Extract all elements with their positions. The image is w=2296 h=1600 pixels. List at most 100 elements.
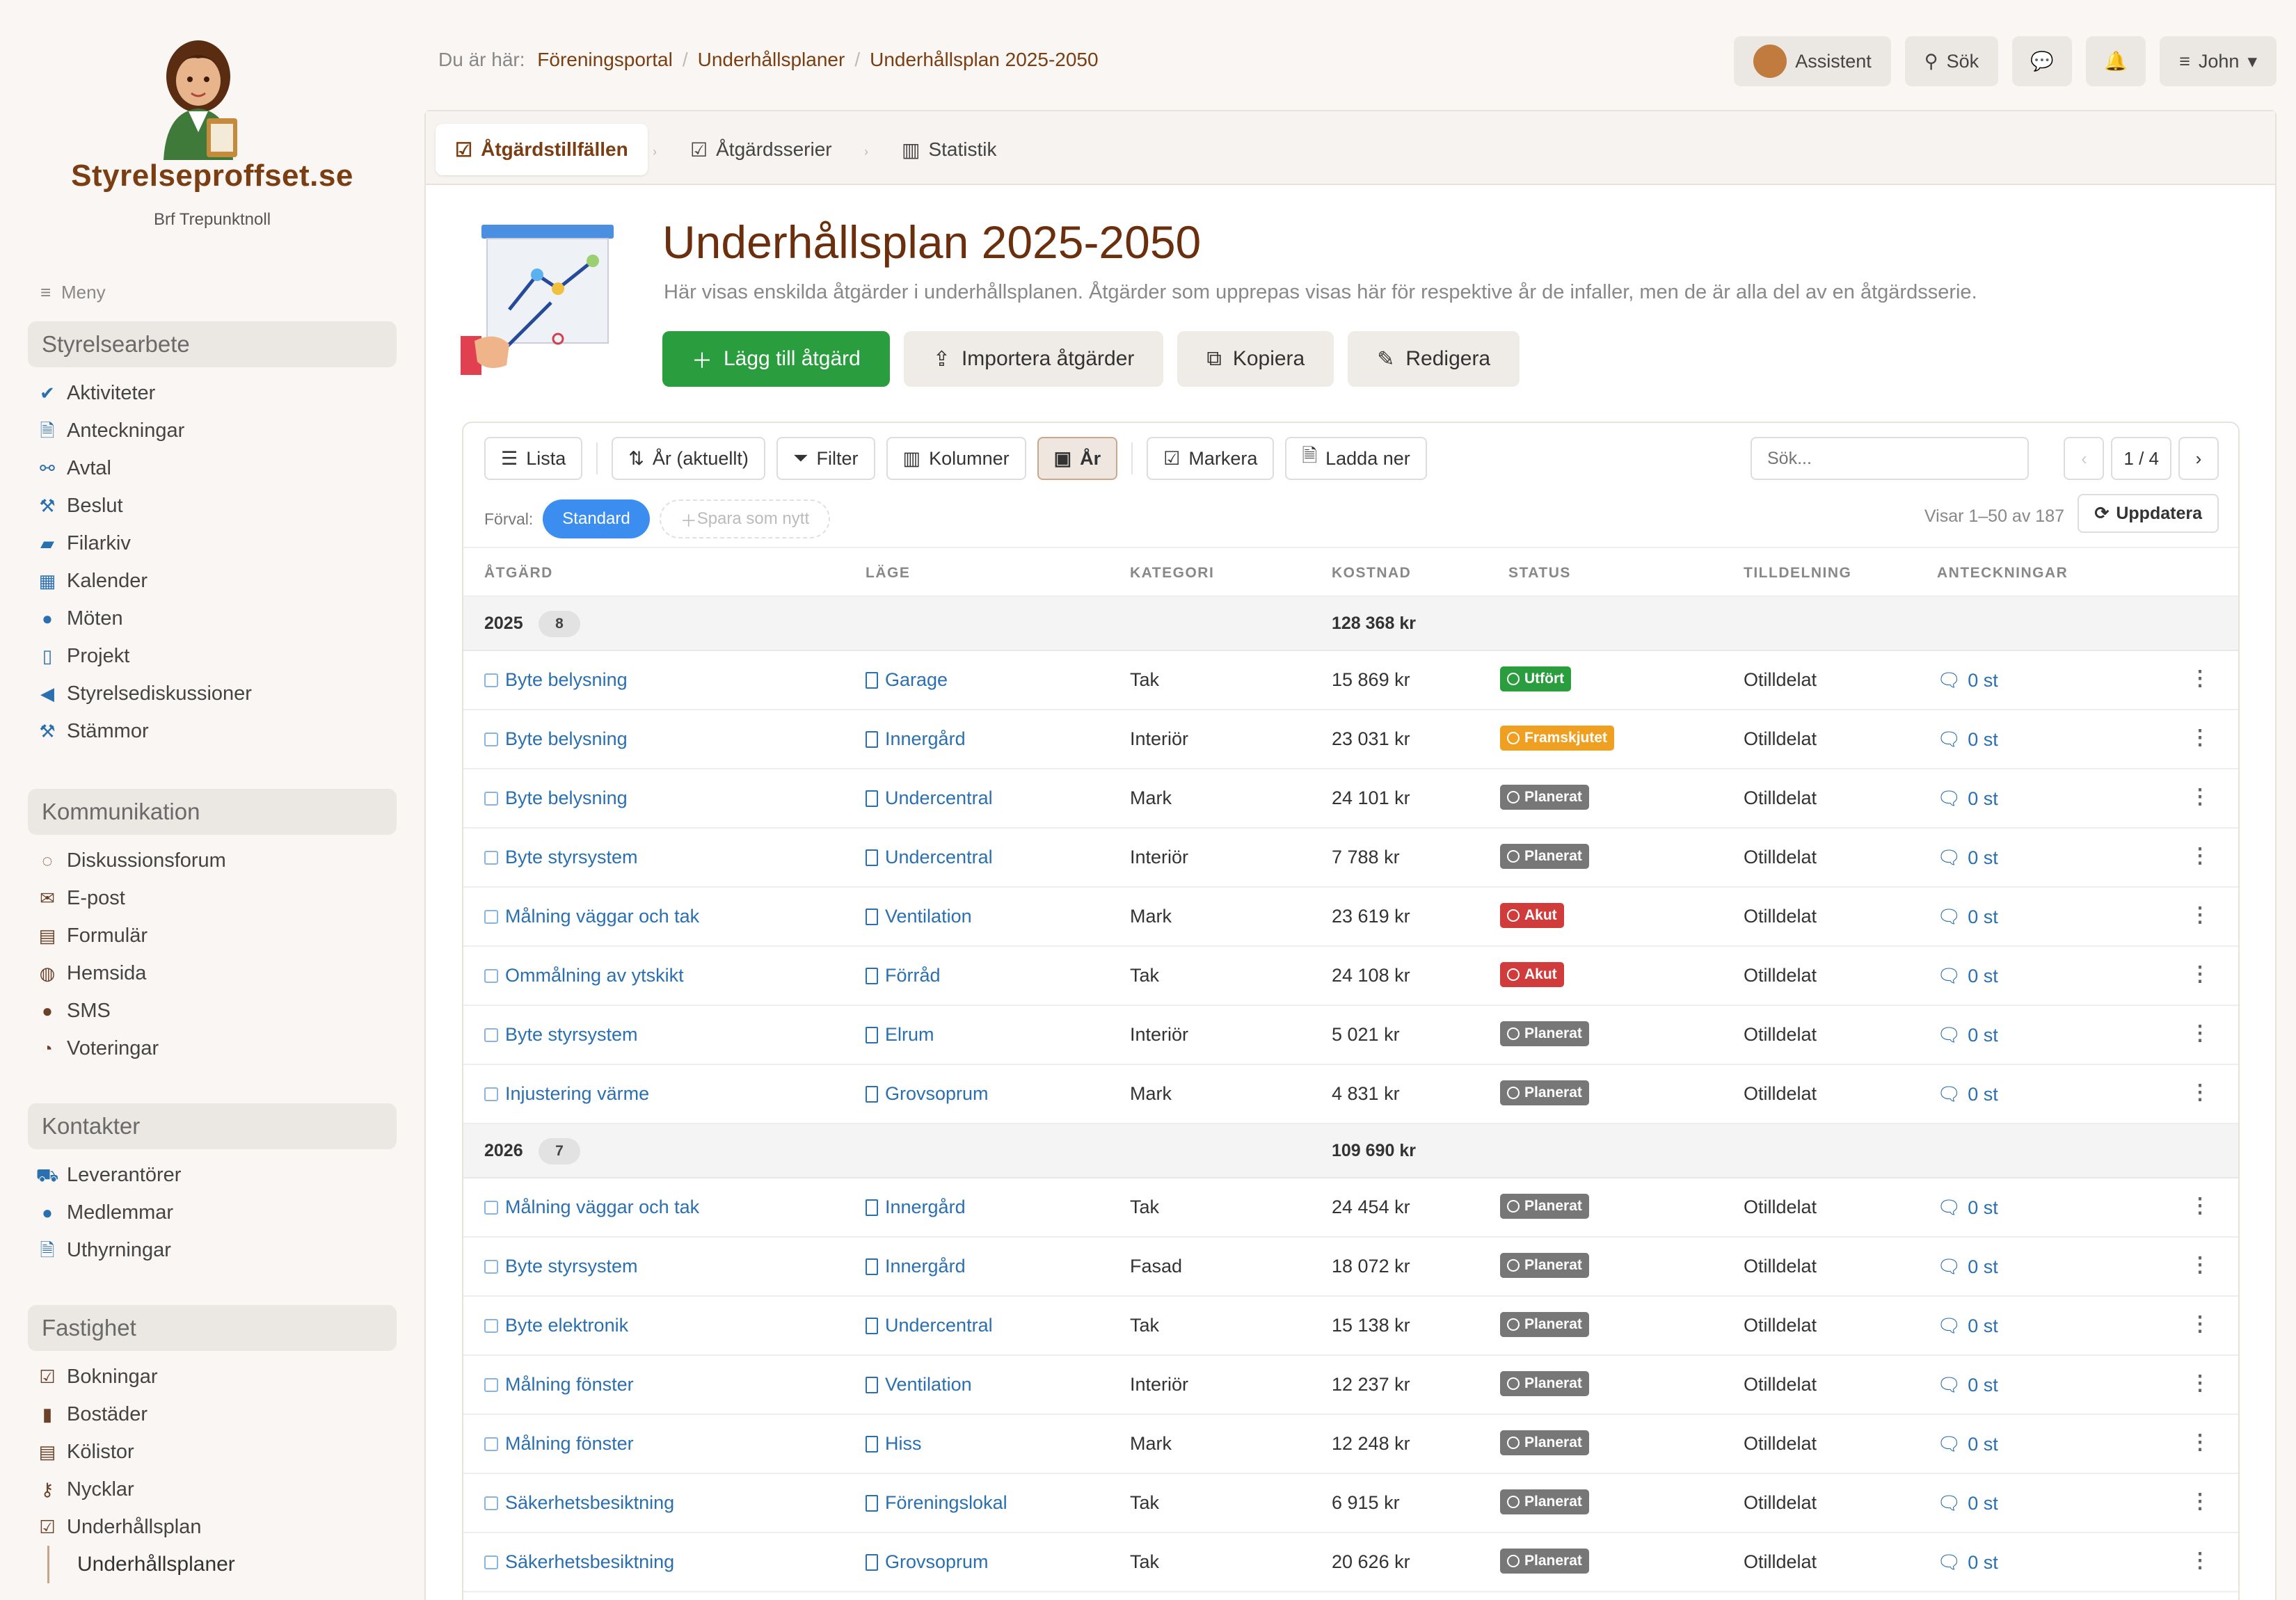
action-link[interactable]: Målning väggar och tak xyxy=(484,906,699,927)
download-button[interactable]: 🗎 Ladda ner xyxy=(1285,437,1427,480)
location-link[interactable]: Ventilation xyxy=(866,906,972,927)
row-menu-icon[interactable]: ⋮ xyxy=(2190,903,2210,927)
status-badge[interactable]: Planerat xyxy=(1500,844,1589,869)
assignment-cell[interactable]: Otilldelat xyxy=(1744,1083,1817,1105)
status-badge[interactable]: Planerat xyxy=(1500,1549,1589,1574)
table-row[interactable]: Säkerhetsbesiktning Grovsoprum Tak 20 626 k… xyxy=(463,1533,2238,1592)
status-badge[interactable]: Framskjutet xyxy=(1500,726,1615,751)
row-menu-icon[interactable]: ⋮ xyxy=(2190,1430,2210,1455)
table-row[interactable]: Byte belysning Undercentral Mark 24 101 kr P… xyxy=(463,769,2238,829)
assignment-cell[interactable]: Otilldelat xyxy=(1744,787,1817,809)
location-link[interactable]: Undercentral xyxy=(866,1315,993,1336)
action-link[interactable]: Byte styrsystem xyxy=(484,1024,638,1046)
breadcrumb-item[interactable]: Underhållsplan 2025-2050 xyxy=(870,49,1098,70)
tab-atgardsserier[interactable]: ☑ Åtgärdsserier xyxy=(671,124,852,175)
assignment-cell[interactable]: Otilldelat xyxy=(1744,965,1817,986)
sidebar-item-sms[interactable]: ● SMS xyxy=(28,992,397,1030)
assistant-button[interactable]: Assistent xyxy=(1734,36,1891,86)
row-menu-icon[interactable]: ⋮ xyxy=(2190,1549,2210,1573)
action-link[interactable]: Byte belysning xyxy=(484,787,628,809)
sidebar-item-diskussionsforum[interactable]: ◌ Diskussionsforum xyxy=(28,842,397,879)
table-row[interactable]: Målning fönster Hiss Mark 12 248 kr Planerat… xyxy=(463,1415,2238,1474)
notes-link[interactable]: 🗨 0 st xyxy=(1937,1374,1998,1396)
sidebar-item-avtal[interactable]: ⚯ Avtal xyxy=(28,449,397,487)
chat-button[interactable]: 💬 xyxy=(2012,36,2073,86)
assignment-cell[interactable]: Otilldelat xyxy=(1744,906,1817,927)
column-header[interactable]: TILLDELNING xyxy=(1744,565,1851,582)
sidebar-item-aktiviteter[interactable]: ✔ Aktiviteter xyxy=(28,374,397,412)
sort-year-button[interactable]: ⇅ År (aktuellt) xyxy=(612,437,765,480)
row-menu-icon[interactable]: ⋮ xyxy=(2190,1489,2210,1514)
group-row[interactable]: 2026 7 109 690 kr xyxy=(463,1124,2238,1178)
row-menu-icon[interactable]: ⋮ xyxy=(2190,666,2210,691)
table-row[interactable]: Byte styrsystem Undercentral Interiör 7 788… xyxy=(463,829,2238,888)
sidebar-item-hemsida[interactable]: ◍ Hemsida xyxy=(28,954,397,992)
sidebar-item-projekt[interactable]: ▯ Projekt xyxy=(28,637,397,675)
sidebar-item-beslut[interactable]: ⚒ Beslut xyxy=(28,487,397,525)
notes-link[interactable]: 🗨 0 st xyxy=(1937,1433,1998,1455)
table-row[interactable]: Injustering värme Grovsoprum Mark 4 831 kr P… xyxy=(463,1065,2238,1124)
sidebar-item-voteringar[interactable]: ◔ Voteringar xyxy=(28,1030,397,1067)
table-row[interactable]: Byte belysning Garage Tak 15 869 kr Utfört Ot… xyxy=(463,651,2238,710)
status-badge[interactable]: Akut xyxy=(1500,903,1564,928)
status-badge[interactable]: Planerat xyxy=(1500,1080,1589,1105)
action-link[interactable]: Ommålning av ytskikt xyxy=(484,965,684,986)
notes-link[interactable]: 🗨 0 st xyxy=(1937,1492,1998,1514)
action-link[interactable]: Byte belysning xyxy=(484,728,628,750)
assignment-cell[interactable]: Otilldelat xyxy=(1744,1374,1817,1395)
sidebar-item-epost[interactable]: ✉ E-post xyxy=(28,879,397,917)
row-menu-icon[interactable]: ⋮ xyxy=(2190,1080,2210,1105)
filter-button[interactable]: ⏷ Filter xyxy=(776,437,875,480)
sidebar-item-styrelsediskussioner[interactable]: ◀ Styrelsediskussioner xyxy=(28,675,397,712)
notes-link[interactable]: 🗨 0 st xyxy=(1937,1551,1998,1574)
assignment-cell[interactable]: Otilldelat xyxy=(1744,728,1817,750)
page-indicator[interactable]: 1 / 4 xyxy=(2111,437,2171,480)
column-header[interactable]: STATUS xyxy=(1508,565,1571,582)
status-badge[interactable]: Akut xyxy=(1500,962,1564,987)
sidebar-item-moten[interactable]: ● Möten xyxy=(28,600,397,637)
table-search-input[interactable] xyxy=(1751,437,2029,480)
action-link[interactable]: Säkerhetsbesiktning xyxy=(484,1551,674,1573)
status-badge[interactable]: Planerat xyxy=(1500,1430,1589,1455)
location-link[interactable]: Innergård xyxy=(866,1256,966,1277)
assignment-cell[interactable]: Otilldelat xyxy=(1744,1256,1817,1277)
copy-button[interactable]: ⧉ Kopiera xyxy=(1177,331,1334,387)
notes-link[interactable]: 🗨 0 st xyxy=(1937,669,1998,691)
notes-link[interactable]: 🗨 0 st xyxy=(1937,1024,1998,1046)
assignment-cell[interactable]: Otilldelat xyxy=(1744,847,1817,868)
sidebar-item-kalender[interactable]: ▦ Kalender xyxy=(28,562,397,600)
table-row[interactable]: Byte elektronik Undercentral Tak 15 138 kr P… xyxy=(463,1297,2238,1356)
notes-link[interactable]: 🗨 0 st xyxy=(1937,1256,1998,1278)
location-link[interactable]: Innergård xyxy=(866,1197,966,1218)
select-button[interactable]: ☑ Markera xyxy=(1147,437,1275,480)
breadcrumb-item[interactable]: Föreningsportal xyxy=(537,49,673,70)
location-link[interactable]: Undercentral xyxy=(866,847,993,868)
table-row[interactable]: Säkerhetsbesiktning Föreningslokal Tak 6 91… xyxy=(463,1474,2238,1533)
notifications-button[interactable]: 🔔 xyxy=(2086,36,2146,86)
notes-link[interactable]: 🗨 0 st xyxy=(1937,906,1998,928)
status-badge[interactable]: Planerat xyxy=(1500,1253,1589,1278)
column-header[interactable]: KATEGORI xyxy=(1130,565,1214,582)
notes-link[interactable]: 🗨 0 st xyxy=(1937,1083,1998,1105)
add-action-button[interactable]: ＋ Lägg till åtgärd xyxy=(662,331,890,387)
search-button[interactable]: ⚲ Sök xyxy=(1904,36,1999,86)
action-link[interactable]: Byte styrsystem xyxy=(484,847,638,868)
table-row[interactable]: Byte styrsystem Innergård Fasad 18 072 kr Pl… xyxy=(463,1238,2238,1297)
notes-link[interactable]: 🗨 0 st xyxy=(1937,728,1998,751)
column-header[interactable]: LÄGE xyxy=(866,565,910,582)
sidebar-item-medlemmar[interactable]: ● Medlemmar xyxy=(28,1194,397,1231)
sidebar-subitem-underhallsplaner[interactable]: Underhållsplaner xyxy=(47,1546,397,1583)
columns-button[interactable]: ▥ Kolumner xyxy=(886,437,1026,480)
menu-toggle[interactable]: ≡ Meny xyxy=(40,282,106,303)
status-badge[interactable]: Planerat xyxy=(1500,1021,1589,1046)
location-link[interactable]: Föreningslokal xyxy=(866,1492,1007,1514)
user-menu-button[interactable]: ≡ John ▾ xyxy=(2160,36,2277,86)
table-row[interactable]: Målning fönster Ventilation Interiör 12 237… xyxy=(463,1356,2238,1415)
row-menu-icon[interactable]: ⋮ xyxy=(2190,785,2210,809)
location-link[interactable]: Ventilation xyxy=(866,1374,972,1395)
action-link[interactable]: Byte styrsystem xyxy=(484,1256,638,1277)
status-badge[interactable]: Planerat xyxy=(1500,1194,1589,1219)
sidebar-item-uthyrningar[interactable]: 🗎 Uthyrningar xyxy=(28,1231,397,1269)
location-link[interactable]: Förråd xyxy=(866,965,941,986)
location-link[interactable]: Undercentral xyxy=(866,787,993,809)
